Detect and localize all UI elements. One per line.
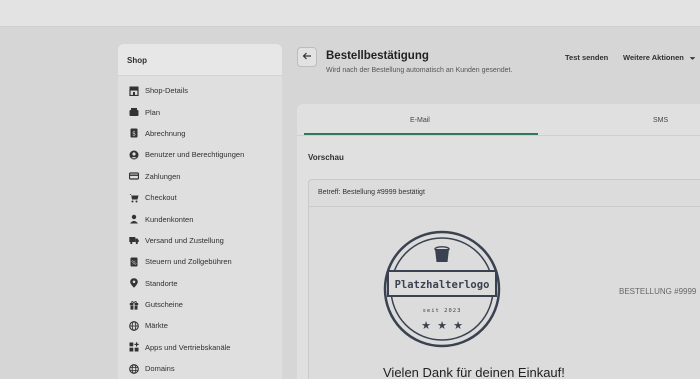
tab-email[interactable]: E-Mail [410, 117, 430, 124]
sidebar-item-label: Apps und Vertriebskanäle [145, 342, 231, 352]
sidebar-item-locations[interactable]: Standorte [118, 273, 282, 294]
svg-text:★: ★ [421, 319, 431, 332]
sidebar-item-taxes[interactable]: % Steuern und Zollgebühren [118, 251, 282, 272]
billing-icon: $ [128, 128, 139, 139]
sidebar-item-markets[interactable]: Märkte [118, 315, 282, 336]
svg-text:$: $ [132, 131, 136, 138]
svg-text:★: ★ [453, 319, 463, 332]
sidebar-item-domains[interactable]: Domains [118, 358, 282, 379]
sidebar-item-label: Benutzer und Berechtigungen [145, 150, 245, 160]
page-subtitle: Wird nach der Bestellung automatisch an … [326, 67, 513, 74]
location-pin-icon [128, 278, 139, 289]
email-preview: Betreff: Bestellung #9999 bestätigt Plat… [308, 179, 700, 379]
apps-icon [128, 342, 139, 353]
svg-text:%: % [131, 260, 136, 266]
more-actions-button[interactable]: Weitere Aktionen [623, 53, 696, 62]
sidebar-item-label: Zahlungen [145, 171, 181, 181]
sidebar-item-label: Standorte [145, 278, 178, 288]
globe-icon [128, 320, 139, 331]
logo-text: Platzhalterlogo [395, 279, 490, 291]
sidebar-item-gift-cards[interactable]: Gutscheine [118, 294, 282, 315]
settings-sidebar: Shop Shop-Details Plan $ Abrechnung Benu… [118, 44, 282, 379]
user-circle-icon [128, 149, 139, 160]
more-actions-label: Weitere Aktionen [623, 53, 684, 62]
tab-bar: E-Mail SMS [297, 104, 700, 136]
sidebar-item-plan[interactable]: Plan [118, 101, 282, 122]
sidebar-item-payments[interactable]: Zahlungen [118, 166, 282, 187]
test-send-button[interactable]: Test senden [565, 53, 608, 62]
sidebar-item-label: Checkout [145, 193, 177, 203]
page-title: Bestellbestätigung [326, 50, 429, 62]
star-icons: ★ ★ ★ [421, 319, 463, 332]
sidebar-item-label: Plan [145, 107, 161, 117]
preview-heading: Vorschau [308, 153, 344, 162]
sidebar-item-label: Versand und Zustellung [145, 235, 224, 245]
payment-icon [128, 171, 139, 182]
sidebar-item-shipping[interactable]: Versand und Zustellung [118, 230, 282, 251]
person-icon [128, 214, 139, 225]
plan-icon [128, 107, 139, 118]
arrow-left-icon [302, 48, 312, 66]
svg-text:★: ★ [437, 319, 447, 332]
domain-globe-icon [128, 363, 139, 374]
sidebar-item-checkout[interactable]: Checkout [118, 187, 282, 208]
sidebar-item-shop-details[interactable]: Shop-Details [118, 80, 282, 101]
sidebar-list: Shop-Details Plan $ Abrechnung Benutzer … [118, 76, 282, 379]
gift-icon [128, 299, 139, 310]
truck-icon [128, 235, 139, 246]
cart-icon [128, 192, 139, 203]
chevron-down-icon [686, 53, 696, 62]
tab-sms[interactable]: SMS [653, 117, 668, 124]
sidebar-item-customer-accounts[interactable]: Kundenkonten [118, 208, 282, 229]
order-number: BESTELLUNG #9999 [619, 287, 697, 296]
back-button[interactable] [297, 47, 317, 67]
sidebar-item-label: Gutscheine [145, 300, 183, 310]
sidebar-item-label: Shop-Details [145, 86, 188, 96]
active-tab-indicator [304, 133, 538, 135]
thank-you-heading: Vielen Dank für deinen Einkauf! [383, 365, 565, 379]
placeholder-logo: Platzhalterlogo seit 2023 ★ ★ ★ [382, 229, 502, 349]
sidebar-item-label: Steuern und Zollgebühren [145, 257, 232, 267]
sidebar-title: Shop [118, 44, 282, 76]
email-subject: Betreff: Bestellung #9999 bestätigt [309, 180, 700, 207]
sidebar-item-label: Domains [145, 364, 175, 374]
sidebar-item-users[interactable]: Benutzer und Berechtigungen [118, 144, 282, 165]
sidebar-item-apps[interactable]: Apps und Vertriebskanäle [118, 337, 282, 358]
logo-since: seit 2023 [423, 308, 462, 314]
sidebar-item-billing[interactable]: $ Abrechnung [118, 123, 282, 144]
sidebar-item-label: Kundenkonten [145, 214, 194, 224]
top-bar [0, 0, 700, 27]
tax-icon: % [128, 256, 139, 267]
sidebar-item-label: Abrechnung [145, 128, 186, 138]
sidebar-item-label: Märkte [145, 321, 168, 331]
store-icon [128, 85, 139, 96]
bucket-icon [434, 246, 450, 262]
notification-card: E-Mail SMS Vorschau Betreff: Bestellung … [297, 104, 700, 379]
